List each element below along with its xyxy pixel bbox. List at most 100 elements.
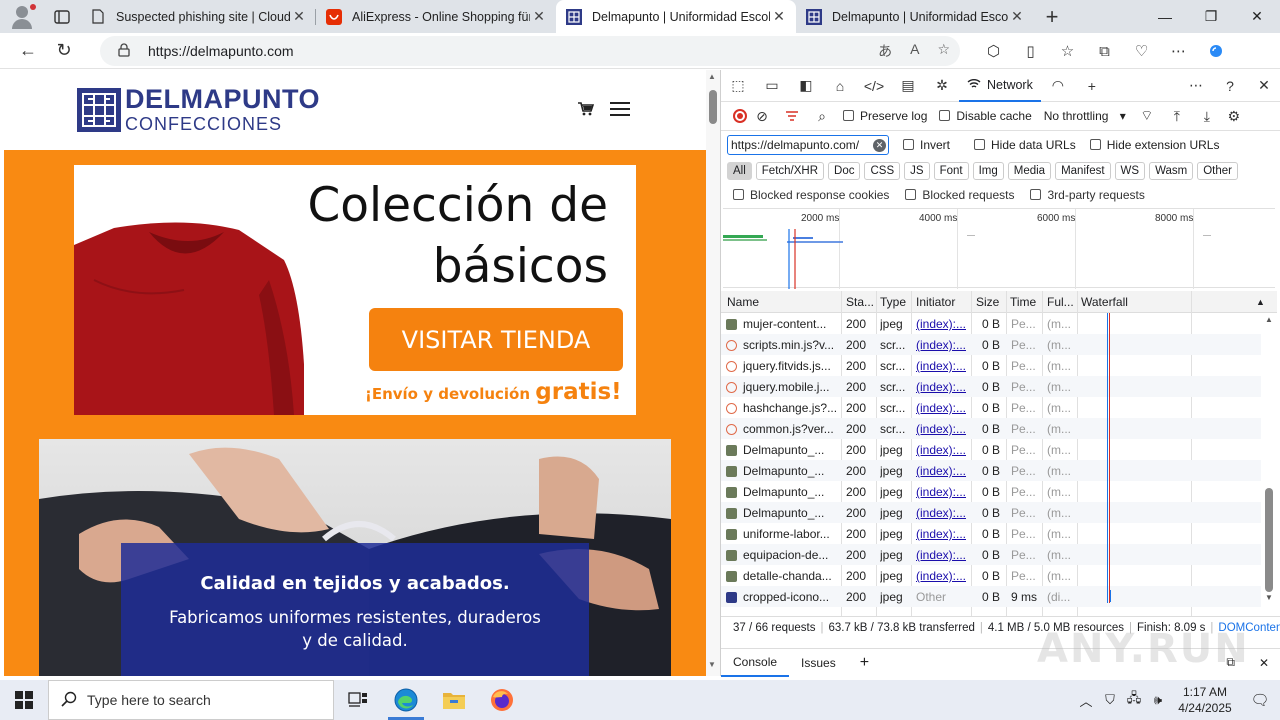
table-row[interactable]: uniforme-labor... 200 jpeg (index):... 0 B Pe… <box>721 523 1261 544</box>
import-har-icon[interactable]: ⤒ <box>1162 100 1192 132</box>
favorites-icon[interactable]: ☆ <box>1049 37 1086 65</box>
taskbar-search-box[interactable]: Type here to search <box>48 680 334 720</box>
browser-tab-4[interactable]: Delmapunto | Uniformidad Escol ✕ <box>796 0 1034 33</box>
site-logo[interactable]: DELMAPUNTO CONFECCIONES <box>77 86 320 133</box>
filter-chip-other[interactable]: Other <box>1197 162 1238 180</box>
cell-initiator[interactable]: (index):... <box>916 485 966 499</box>
add-drawer-tab-icon[interactable]: + <box>848 649 881 677</box>
profile-avatar-icon[interactable] <box>0 0 44 33</box>
blocked-requests-checkbox[interactable]: Blocked requests <box>905 188 1014 202</box>
filter-chip-js[interactable]: JS <box>904 162 930 180</box>
translate-icon[interactable]: あ <box>878 41 892 61</box>
table-row[interactable]: Delmapunto_... 200 jpeg (index):... 0 B Pe...… <box>721 439 1261 460</box>
restore-icon[interactable]: ❐ <box>1188 0 1234 33</box>
table-row[interactable]: common.js?ver... 200 scr... (index):... 0 B P… <box>721 418 1261 439</box>
cell-initiator[interactable]: (index):... <box>916 317 966 331</box>
cell-name[interactable]: mujer-content... <box>726 317 836 331</box>
sort-up-icon[interactable]: ▲ <box>1256 297 1265 307</box>
throttling-select[interactable]: No throttling ▾ <box>1044 109 1126 123</box>
task-view-icon[interactable] <box>334 680 382 720</box>
hide-data-urls-checkbox[interactable]: Hide data URLs <box>974 138 1076 152</box>
filter-chip-doc[interactable]: Doc <box>828 162 861 180</box>
filter-chip-manifest[interactable]: Manifest <box>1055 162 1111 180</box>
minimize-icon[interactable]: — <box>1142 0 1188 33</box>
search-icon[interactable]: ⌕ <box>807 100 837 132</box>
cell-initiator[interactable]: (index):... <box>916 422 966 436</box>
network-icon[interactable]: 🖧 <box>1122 689 1146 711</box>
new-tab-button[interactable]: + <box>1034 4 1070 30</box>
table-row[interactable]: equipacion-de... 200 jpeg (index):... 0 B Pe.… <box>721 544 1261 565</box>
cell-name[interactable]: Delmapunto_... <box>726 506 836 520</box>
column-status[interactable]: Sta... <box>846 295 874 309</box>
taskbar-search-placeholder[interactable]: Type here to search <box>87 692 211 708</box>
close-window-icon[interactable]: ✕ <box>1234 0 1280 33</box>
shopping-cart-icon[interactable] <box>578 102 595 120</box>
cell-name[interactable]: Delmapunto_... <box>726 485 836 499</box>
cell-name[interactable]: cropped-icono... <box>726 590 836 604</box>
welcome-home-icon[interactable]: ⌂ <box>823 70 857 102</box>
cell-initiator[interactable]: (index):... <box>916 401 966 415</box>
filter-chip-css[interactable]: CSS <box>864 162 901 180</box>
cell-name[interactable]: detalle-chanda... <box>726 569 836 583</box>
favorite-star-icon[interactable]: ☆ <box>937 41 950 61</box>
visit-store-button[interactable]: VISITAR TIENDA <box>369 308 623 371</box>
show-hidden-icons-chevron-icon[interactable]: ︿ <box>1074 691 1098 710</box>
network-overview-timeline[interactable]: 2000 ms 4000 ms 6000 ms 8000 ms <box>723 208 1275 289</box>
close-devtools-icon[interactable]: ✕ <box>1247 70 1280 102</box>
table-row[interactable]: scripts.min.js?v... 200 scr... (index):... 0… <box>721 334 1261 355</box>
refresh-icon[interactable]: ↻ <box>46 35 82 67</box>
table-row[interactable]: jquery.fitvids.js... 200 scr... (index):...… <box>721 355 1261 376</box>
inspect-element-icon[interactable]: ⬚ <box>721 70 755 102</box>
cell-initiator[interactable]: (index):... <box>916 569 966 583</box>
cell-initiator[interactable]: (index):... <box>916 359 966 373</box>
cell-name[interactable]: Delmapunto_... <box>726 464 836 478</box>
sources-bug-icon[interactable]: ✲ <box>925 70 959 102</box>
scroll-down-icon[interactable]: ▼ <box>708 660 716 669</box>
page-scrollbar[interactable]: ▲ ▼ <box>706 70 720 676</box>
windows-start-icon[interactable] <box>0 680 48 720</box>
back-arrow-icon[interactable]: ← <box>10 35 46 67</box>
address-bar[interactable]: https://delmapunto.com あ A ☆ <box>100 36 960 66</box>
table-row[interactable]: Delmapunto_... 200 jpeg (index):... 0 B Pe...… <box>721 502 1261 523</box>
basics-banner[interactable]: Colección de básicos VISITAR TIENDA ¡Env… <box>74 165 636 415</box>
filter-icon[interactable] <box>777 100 807 132</box>
network-conditions-icon[interactable]: ⌔ <box>1132 100 1162 132</box>
column-fulfilled[interactable]: Ful... <box>1047 295 1074 309</box>
close-tab-icon[interactable]: ✕ <box>1008 8 1026 25</box>
filter-chip-img[interactable]: Img <box>972 162 1004 180</box>
column-size[interactable]: Size <box>976 295 999 309</box>
notifications-icon[interactable]: 🗨 <box>1240 691 1280 709</box>
url-text[interactable]: https://delmapunto.com <box>148 43 294 59</box>
cell-initiator[interactable]: (index):... <box>916 464 966 478</box>
performance-gauge-icon[interactable]: ◠ <box>1041 70 1075 102</box>
elements-icon[interactable]: </> <box>857 70 891 102</box>
copilot-icon[interactable] <box>1197 37 1234 65</box>
invert-checkbox[interactable]: Invert <box>903 138 950 152</box>
console-icon[interactable]: ▤ <box>891 70 925 102</box>
security-shield-icon[interactable]: ⛉ <box>1098 692 1122 708</box>
clear-icon[interactable]: ⊘ <box>747 100 777 132</box>
export-har-icon[interactable]: ⤓ <box>1192 100 1222 132</box>
file-explorer-icon[interactable] <box>430 680 478 720</box>
collections-icon[interactable]: ⧉ <box>1086 37 1123 65</box>
scroll-up-icon[interactable]: ▲ <box>1265 315 1273 324</box>
table-row[interactable]: cropped-icono... 200 jpeg Other 0 B 9 ms (di..… <box>721 586 1261 607</box>
cell-initiator[interactable]: (index):... <box>916 548 966 562</box>
cell-name[interactable]: common.js?ver... <box>726 422 836 436</box>
scroll-down-icon[interactable]: ▼ <box>1265 593 1273 602</box>
column-type[interactable]: Type <box>880 295 906 309</box>
cell-initiator[interactable]: (index):... <box>916 443 966 457</box>
filter-chip-font[interactable]: Font <box>933 162 969 180</box>
clear-filter-icon[interactable]: ✕ <box>873 139 886 152</box>
close-drawer-icon[interactable]: ✕ <box>1247 649 1280 677</box>
table-row[interactable]: jquery.mobile.j... 200 scr... (index):... 0 … <box>721 376 1261 397</box>
blocked-response-cookies-checkbox[interactable]: Blocked response cookies <box>733 188 889 202</box>
network-table-scroll-thumb[interactable] <box>1265 488 1273 592</box>
column-time[interactable]: Time <box>1010 295 1036 309</box>
drawer-tab-console[interactable]: Console <box>721 649 790 677</box>
cell-name[interactable]: hashchange.js?... <box>726 401 836 415</box>
cell-name[interactable]: equipacion-de... <box>726 548 836 562</box>
help-icon[interactable]: ? <box>1213 70 1247 102</box>
tab-network[interactable]: Network <box>959 70 1041 102</box>
more-tools-plus-icon[interactable]: + <box>1075 70 1109 102</box>
